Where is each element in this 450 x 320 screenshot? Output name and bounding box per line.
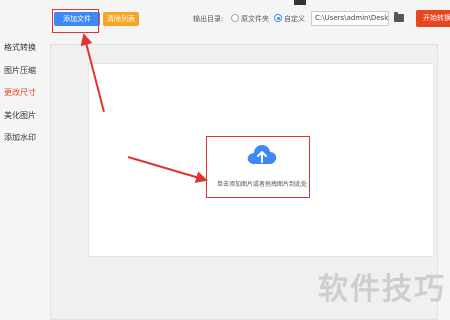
sidebar-item-watermark[interactable]: 添加水印 [4,132,36,143]
radio-custom-label: 自定义 [284,15,305,23]
output-dir-label: 输出目录: [193,15,224,23]
annotation-box-drop-area [206,136,310,198]
window-edge [294,0,306,5]
sidebar-item-resize[interactable]: 更改尺寸 [4,87,36,98]
start-convert-button[interactable]: 开始转换 [416,10,450,27]
sidebar-item-format-convert[interactable]: 格式转换 [4,42,36,53]
sidebar-item-image-compress[interactable]: 图片压缩 [4,65,36,76]
folder-icon[interactable] [394,12,404,22]
output-path-input[interactable]: C:\Users\admin\Deskto [311,11,389,26]
sidebar: 格式转换 图片压缩 更改尺寸 美化图片 添加水印 [0,34,50,320]
watermark: 软件技巧 [318,272,446,307]
radio-original-folder[interactable] [231,14,239,22]
sidebar-item-beautify[interactable]: 美化图片 [4,110,36,121]
radio-original-label: 原文件夹 [241,15,269,23]
clear-list-button[interactable]: 清除列表 [103,12,139,26]
radio-custom-folder[interactable] [274,14,282,22]
annotation-box-add-files [52,9,99,33]
